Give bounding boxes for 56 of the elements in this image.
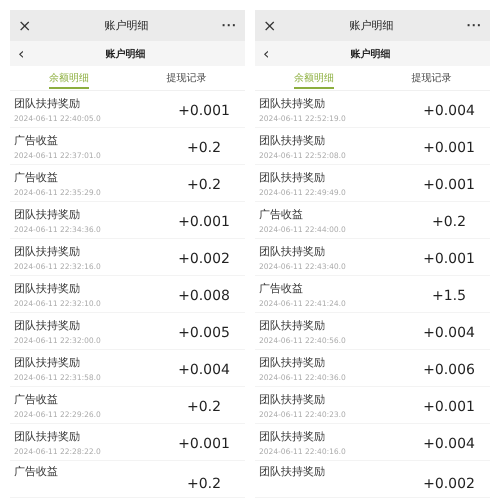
record-amount: +0.2 xyxy=(186,139,222,156)
record-title: 团队扶持奖励 xyxy=(14,96,81,110)
record-title: 团队扶持奖励 xyxy=(259,96,326,110)
record-amount: +0.001 xyxy=(422,139,476,156)
record-amount: +0.004 xyxy=(422,102,476,119)
tab[interactable]: 提现记录 xyxy=(128,66,245,90)
close-button[interactable]: × xyxy=(18,18,32,34)
record-amount: +0.002 xyxy=(177,250,231,267)
record-title: 团队扶持奖励 xyxy=(259,244,326,258)
record-title: 广告收益 xyxy=(259,280,304,296)
record-amount: +0.2 xyxy=(431,213,467,230)
record-title: 团队扶持奖励 xyxy=(14,206,81,222)
record-title: 团队扶持奖励 xyxy=(259,354,326,370)
record-amount: +0.2 xyxy=(186,398,222,415)
record-title: 团队扶持奖励 xyxy=(259,464,326,479)
record-title: 广告收益 xyxy=(14,464,59,479)
record-amount: +0.2 xyxy=(186,475,222,492)
window-title: 账户明细 xyxy=(103,18,150,33)
record-amount: +0.006 xyxy=(422,361,476,378)
record-title: 团队扶持奖励 xyxy=(14,244,81,258)
record-title: 团队扶持奖励 xyxy=(14,428,81,444)
record-amount: +0.002 xyxy=(422,475,476,492)
record-amount: +1.5 xyxy=(431,287,467,304)
back-button[interactable]: ‹ xyxy=(263,46,270,62)
back-button[interactable]: ‹ xyxy=(18,46,24,62)
record-amount: +0.001 xyxy=(177,102,231,119)
more-button[interactable]: ··· xyxy=(466,20,482,31)
record-title: 团队扶持奖励 xyxy=(259,318,326,332)
page-title: 账户明细 xyxy=(104,47,147,60)
window-title: 账户明细 xyxy=(348,18,394,33)
record-title: 团队扶持奖励 xyxy=(259,170,326,184)
record-amount: +0.004 xyxy=(422,435,476,452)
record-amount: +0.001 xyxy=(177,435,231,452)
record-amount: +0.2 xyxy=(186,176,222,193)
record-amount: +0.001 xyxy=(177,213,231,230)
record-amount: +0.005 xyxy=(177,324,231,341)
record-title: 广告收益 xyxy=(14,170,59,184)
record-amount: +0.001 xyxy=(422,176,476,193)
tab[interactable]: 提现记录 xyxy=(372,66,490,90)
page-title: 账户明细 xyxy=(350,47,392,60)
record-title: 广告收益 xyxy=(14,132,59,148)
record-title: 团队扶持奖励 xyxy=(14,318,81,332)
record-amount: +0.001 xyxy=(422,398,476,415)
record-amount: +0.004 xyxy=(422,324,476,341)
record-title: 团队扶持奖励 xyxy=(14,354,81,370)
record-title: 团队扶持奖励 xyxy=(259,392,326,406)
record-title: 团队扶持奖励 xyxy=(14,280,81,296)
record-title: 广告收益 xyxy=(259,206,304,222)
close-button[interactable]: × xyxy=(263,18,276,34)
record-amount: +0.008 xyxy=(177,287,231,304)
record-amount: +0.001 xyxy=(422,250,476,267)
record-amount: +0.004 xyxy=(177,361,231,378)
record-title: 广告收益 xyxy=(14,392,59,406)
record-title: 团队扶持奖励 xyxy=(259,428,326,444)
more-button[interactable]: ··· xyxy=(221,20,237,31)
record-title: 团队扶持奖励 xyxy=(259,132,326,148)
